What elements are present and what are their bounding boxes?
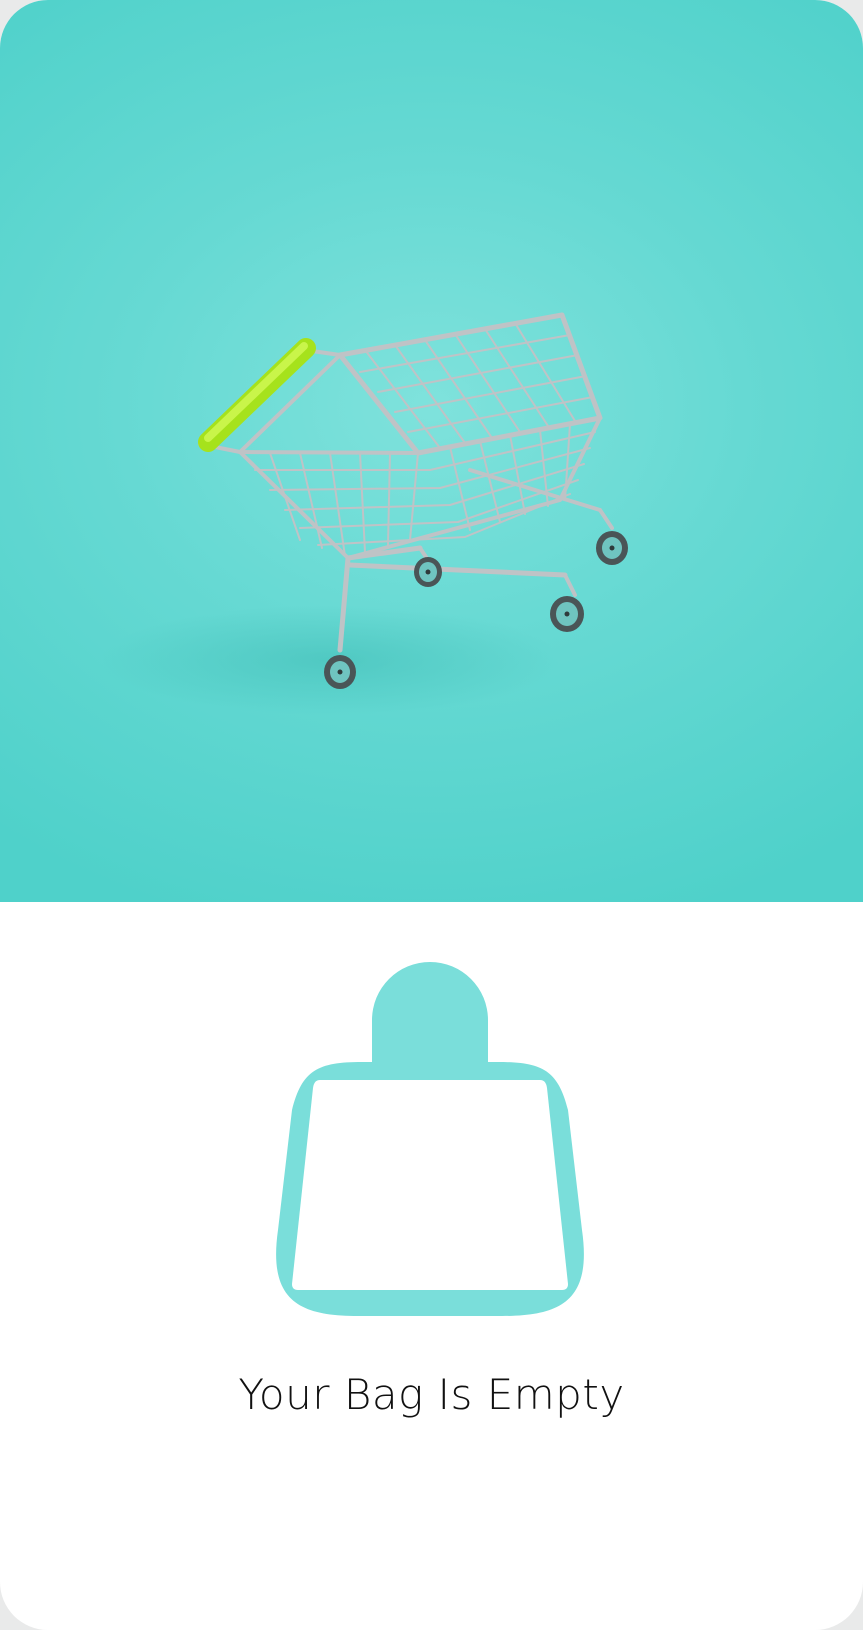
hero-image [0, 0, 863, 902]
shopping-bag-icon [276, 962, 584, 1316]
empty-bag-screen: Your Bag Is Empty [0, 0, 863, 1630]
cart-frame [198, 312, 614, 653]
empty-state: Your Bag Is Empty [0, 902, 863, 1630]
shopping-cart-illustration [100, 312, 628, 715]
cart-handle [198, 338, 316, 452]
empty-bag-title: Your Bag Is Empty [238, 1370, 625, 1419]
